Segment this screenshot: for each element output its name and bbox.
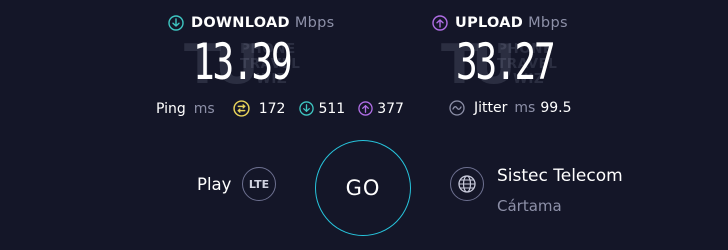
ping-download-icon: [299, 101, 315, 116]
go-button[interactable]: GO: [315, 140, 411, 236]
server-globe-badge[interactable]: [450, 167, 484, 201]
globe-icon: [458, 175, 476, 193]
download-label: DOWNLOAD: [191, 15, 290, 31]
jitter-label: Jitter: [474, 100, 508, 116]
download-unit: Mbps: [294, 15, 335, 31]
network-type-label: LTE: [248, 177, 270, 191]
go-button-label: GO: [345, 176, 381, 200]
server-name[interactable]: Sistec Telecom: [497, 166, 623, 186]
jitter-value: 99.5: [540, 100, 572, 116]
ping-row: Ping ms 172 511 377: [156, 100, 404, 117]
upload-unit: Mbps: [528, 15, 568, 31]
ping-label: Ping: [156, 100, 186, 117]
ping-idle-value: 172: [258, 100, 286, 117]
jitter-unit: ms: [514, 100, 536, 116]
download-speed-value: 13.39: [193, 33, 293, 91]
download-header: DOWNLOAD Mbps: [168, 15, 335, 31]
jitter-row: Jitter ms 99.5: [449, 100, 571, 116]
upload-arrow-icon: [432, 15, 448, 31]
ping-upload-icon: [358, 101, 373, 116]
carrier-name: Play: [197, 175, 232, 194]
server-location: Cártama: [497, 197, 562, 215]
download-arrow-icon: [168, 15, 184, 31]
ping-download-value: 511: [318, 100, 346, 117]
ping-upload-value: 377: [377, 100, 404, 117]
ping-idle-icon: [233, 100, 250, 117]
upload-label: UPLOAD: [455, 15, 524, 31]
network-type-badge: LTE: [242, 167, 276, 201]
upload-speed-value: 33.27: [456, 33, 556, 91]
upload-header: UPLOAD Mbps: [432, 15, 568, 31]
ping-unit: ms: [193, 100, 215, 117]
jitter-icon: [449, 100, 465, 116]
